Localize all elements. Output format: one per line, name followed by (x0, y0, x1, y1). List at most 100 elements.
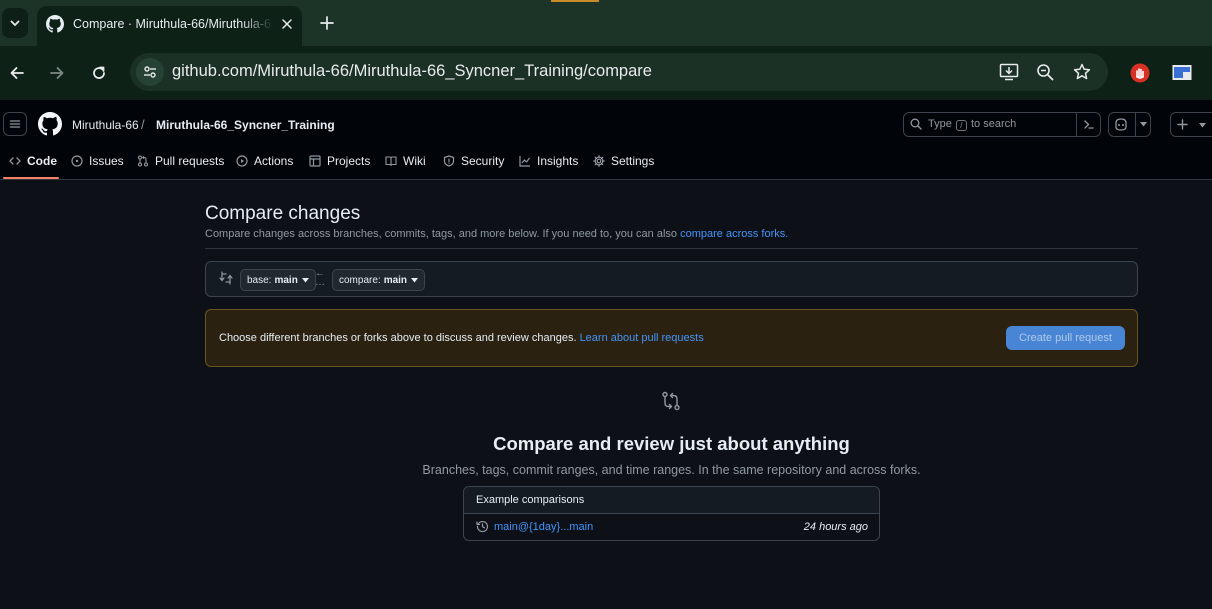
active-tab-indicator (3, 177, 59, 179)
example-comparisons-header: Example comparisons (464, 487, 879, 514)
shield-icon (443, 155, 455, 167)
copilot-button[interactable] (1108, 112, 1151, 137)
breadcrumb-owner[interactable]: Miruthula-66 (72, 118, 139, 132)
issue-icon (71, 155, 83, 167)
triangle-down-icon (411, 277, 419, 282)
tab-pull-requests[interactable]: Pull requests (137, 149, 224, 180)
book-icon (385, 156, 397, 167)
copilot-dropdown-button[interactable] (1135, 113, 1151, 136)
hand-stop-extension-icon (1130, 63, 1150, 83)
tab-insights[interactable]: Insights (519, 149, 578, 180)
tab-projects[interactable]: Projects (309, 149, 370, 180)
example-comparison-link[interactable]: main@{1day}...main (494, 521, 593, 533)
blankslate-title: Compare and review just about anything (493, 433, 850, 454)
git-compare-icon (662, 391, 680, 411)
blankslate-description: Branches, tags, commit ranges, and time … (422, 463, 921, 477)
browser-tab-title: Compare · Miruthula-66/Miruthula-66_Sync… (73, 17, 273, 31)
tab-search-button[interactable] (2, 8, 28, 38)
address-bar[interactable]: github.com/Miruthula-66/Miruthula-66_Syn… (130, 53, 1108, 91)
site-info-button[interactable] (136, 58, 164, 86)
zoom-out-icon (1037, 64, 1054, 81)
close-icon (282, 19, 292, 29)
command-palette-button[interactable] (1076, 113, 1100, 136)
page-description: Compare changes across branches, commits… (205, 228, 788, 240)
list-item[interactable]: main@{1day}...main 24 hours ago (464, 514, 879, 541)
plus-icon (1177, 119, 1188, 130)
title-divider (205, 248, 1138, 249)
compare-notice: Choose different branches or forks above… (205, 309, 1138, 367)
tab-code[interactable]: Code (9, 149, 57, 180)
github-favicon-icon (46, 15, 64, 33)
tab-wiki-label: Wiki (403, 154, 426, 168)
star-icon (1073, 63, 1091, 80)
compare-prefix: compare: (339, 274, 381, 286)
breadcrumb-separator: / (141, 117, 145, 132)
pull-request-icon (137, 155, 149, 167)
tab-security-label: Security (461, 154, 505, 168)
breadcrumb-repo[interactable]: Miruthula-66_Syncner_Training (156, 118, 335, 132)
code-icon (9, 157, 21, 165)
tab-issues[interactable]: Issues (71, 149, 124, 180)
arrow-left-icon (10, 67, 24, 79)
page-title: Compare changes (205, 203, 361, 224)
base-branch-button[interactable]: base: main (240, 269, 316, 291)
graph-icon (519, 156, 530, 167)
url-text[interactable]: github.com/Miruthula-66/Miruthula-66_Syn… (172, 62, 652, 81)
tab-actions[interactable]: Actions (236, 149, 293, 180)
global-menu-button[interactable] (3, 112, 27, 136)
search-placeholder: Type / to search (928, 118, 1016, 131)
example-comparisons: Example comparisons main@{1day}...main 2… (463, 486, 880, 541)
chevron-down-icon (10, 20, 20, 27)
reload-button[interactable] (86, 60, 112, 86)
install-app-button[interactable] (998, 61, 1020, 83)
base-prefix: base: (247, 274, 272, 286)
tab-settings[interactable]: Settings (593, 149, 654, 180)
example-comparisons-title: Example comparisons (476, 494, 585, 506)
reload-icon (93, 66, 105, 79)
forward-button[interactable] (44, 60, 70, 86)
plus-icon (320, 16, 334, 30)
tab-projects-label: Projects (327, 154, 371, 168)
tab-actions-label: Actions (254, 154, 294, 168)
triangle-down-icon (1140, 122, 1147, 127)
github-logo-icon[interactable] (38, 112, 62, 136)
new-tab-button[interactable] (315, 11, 339, 35)
tab-wiki[interactable]: Wiki (385, 149, 426, 180)
learn-pull-requests-link[interactable]: Learn about pull requests (580, 332, 704, 344)
compare-across-forks-link[interactable]: compare across forks. (680, 228, 788, 240)
tab-insights-label: Insights (537, 154, 579, 168)
compare-branch-button[interactable]: compare: main (332, 269, 426, 291)
browser-tab-strip: Compare · Miruthula-66/Miruthula-66_Sync… (0, 0, 1212, 46)
create-new-button[interactable] (1170, 112, 1212, 137)
tab-code-label: Code (27, 154, 57, 168)
table-icon (309, 155, 321, 167)
tab-settings-label: Settings (611, 154, 655, 168)
notice-text: Choose different branches or forks above… (219, 332, 704, 344)
triangle-down-icon (301, 277, 309, 282)
bookmark-button[interactable] (1071, 61, 1093, 83)
compare-branch-name: main (383, 274, 408, 286)
back-button[interactable] (4, 60, 30, 86)
screen-cast-extension-icon (1172, 65, 1192, 80)
page-description-text: Compare changes across branches, commits… (205, 228, 678, 240)
copilot-icon (1115, 118, 1127, 131)
install-icon (999, 63, 1019, 81)
notice-message: Choose different branches or forks above… (219, 332, 577, 344)
gear-icon (593, 155, 605, 167)
browser-tab-active[interactable]: Compare · Miruthula-66/Miruthula-66_Sync… (37, 6, 302, 46)
github-header: Miruthula-66 / Miruthula-66_Syncner_Trai… (0, 100, 1212, 180)
base-branch-name: main (274, 274, 298, 286)
search-input[interactable]: Type / to search (903, 112, 1101, 137)
hamburger-icon (9, 120, 21, 128)
create-pull-request-button[interactable]: Create pull request (1006, 326, 1125, 350)
extension-button[interactable] (1129, 62, 1151, 84)
tab-security[interactable]: Security (443, 149, 504, 180)
tab-strip-accent (551, 0, 599, 2)
tab-close-button[interactable] (277, 14, 297, 34)
zoom-button[interactable] (1034, 61, 1056, 83)
browser-toolbar: github.com/Miruthula-66/Miruthula-66_Syn… (0, 46, 1212, 100)
arrow-right-icon (50, 67, 64, 79)
search-icon (910, 118, 922, 130)
profile-button[interactable] (1171, 62, 1193, 84)
example-comparison-time: 24 hours ago (803, 521, 868, 533)
